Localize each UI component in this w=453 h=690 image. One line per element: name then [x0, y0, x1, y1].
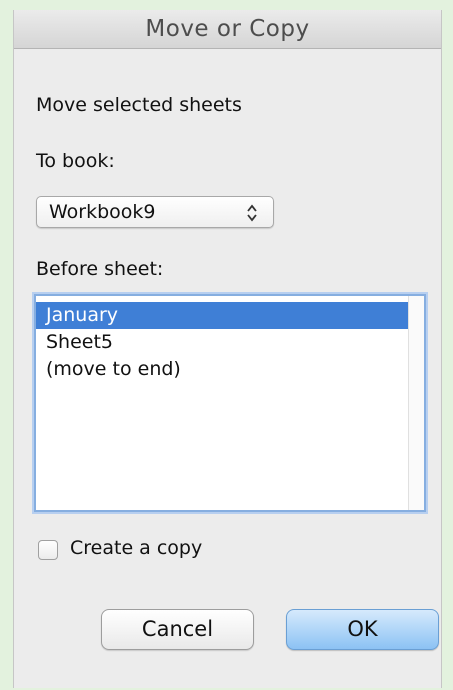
- list-scrollbar[interactable]: [408, 296, 424, 510]
- create-copy-checkbox[interactable]: [38, 540, 58, 560]
- sheet-list-item-january[interactable]: January: [36, 302, 412, 329]
- move-or-copy-dialog: Move or Copy Move selected sheets To boo…: [13, 10, 442, 688]
- up-down-chevron-icon: [247, 204, 257, 222]
- to-book-select-value: Workbook9: [49, 201, 156, 223]
- cancel-button[interactable]: Cancel: [101, 609, 254, 650]
- before-sheet-list[interactable]: January Sheet5 (move to end): [34, 294, 426, 512]
- to-book-select[interactable]: Workbook9: [36, 196, 274, 228]
- before-sheet-label: Before sheet:: [36, 258, 164, 280]
- sheet-list-item-sheet5[interactable]: Sheet5: [36, 329, 412, 356]
- ok-button[interactable]: OK: [286, 609, 439, 650]
- sheet-list-item-move-to-end[interactable]: (move to end): [36, 356, 412, 383]
- move-selected-sheets-heading: Move selected sheets: [36, 94, 242, 116]
- to-book-label: To book:: [36, 150, 115, 172]
- dialog-title: Move or Copy: [14, 10, 441, 49]
- create-copy-label[interactable]: Create a copy: [70, 537, 202, 559]
